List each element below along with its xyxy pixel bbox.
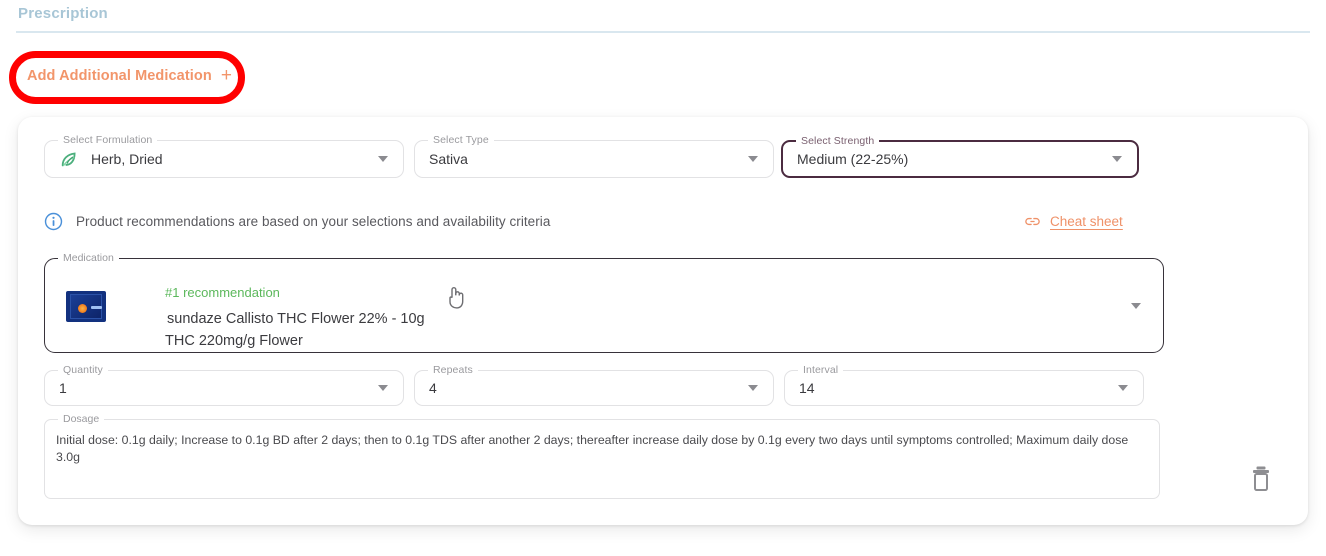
chevron-down-icon[interactable] (378, 156, 388, 162)
dosage-field[interactable]: Dosage Initial dose: 0.1g daily; Increas… (44, 413, 1160, 499)
add-additional-medication-button[interactable]: Add Additional Medication + (27, 66, 232, 85)
select-formulation-value: Herb, Dried (91, 151, 163, 167)
chevron-down-icon[interactable] (1112, 156, 1122, 162)
select-formulation-field[interactable]: Select Formulation Herb, Dried (44, 134, 404, 178)
medication-select-field[interactable]: Medication #1 recommendation sundaze Cal… (44, 252, 1164, 353)
medication-card: Select Formulation Herb, Dried Select Ty… (18, 117, 1308, 525)
product-recommendation-info: Product recommendations are based on you… (44, 212, 550, 231)
select-type-field[interactable]: Select Type Sativa (414, 134, 774, 178)
repeats-label: Repeats (428, 364, 478, 376)
dosage-label: Dosage (58, 413, 105, 425)
medication-label: Medication (58, 252, 119, 264)
quantity-value: 1 (59, 380, 67, 396)
repeats-value: 4 (429, 380, 437, 396)
quantity-label: Quantity (58, 364, 108, 376)
info-icon (44, 212, 63, 231)
interval-label: Interval (798, 364, 844, 376)
chevron-down-icon[interactable] (378, 385, 388, 391)
select-strength-field[interactable]: Select Strength Medium (22-25%) (781, 135, 1139, 178)
medication-name: sundaze Callisto THC Flower 22% - 10g (167, 311, 425, 327)
delete-medication-button[interactable] (1249, 465, 1273, 493)
recommendation-badge: #1 recommendation (165, 285, 280, 300)
chevron-down-icon[interactable] (1131, 302, 1141, 309)
medication-details: THC 220mg/g Flower (165, 333, 303, 349)
quantity-field[interactable]: Quantity 1 (44, 364, 404, 406)
cheat-sheet-label: Cheat sheet (1050, 214, 1123, 229)
interval-value: 14 (799, 380, 815, 396)
product-recommendation-text: Product recommendations are based on you… (76, 214, 551, 229)
select-strength-value: Medium (22-25%) (797, 151, 909, 167)
repeats-field[interactable]: Repeats 4 (414, 364, 774, 406)
cheat-sheet-link[interactable]: Cheat sheet (1024, 214, 1123, 229)
chevron-down-icon[interactable] (748, 385, 758, 391)
select-type-value: Sativa (429, 151, 468, 167)
prescription-page: Prescription Add Additional Medication +… (0, 0, 1326, 556)
link-icon (1024, 215, 1041, 228)
select-formulation-label: Select Formulation (58, 134, 158, 146)
add-additional-medication-label: Add Additional Medication (27, 67, 212, 84)
select-type-label: Select Type (428, 134, 494, 146)
select-strength-label: Select Strength (796, 135, 880, 147)
page-title: Prescription (18, 5, 108, 22)
chevron-down-icon[interactable] (1118, 385, 1128, 391)
leaf-icon (59, 148, 81, 170)
dosage-value: Initial dose: 0.1g daily; Increase to 0.… (56, 433, 1129, 464)
interval-field[interactable]: Interval 14 (784, 364, 1144, 406)
product-thumbnail (66, 291, 106, 322)
plus-icon: + (220, 65, 233, 86)
chevron-down-icon[interactable] (748, 156, 758, 162)
header-divider (16, 31, 1310, 33)
